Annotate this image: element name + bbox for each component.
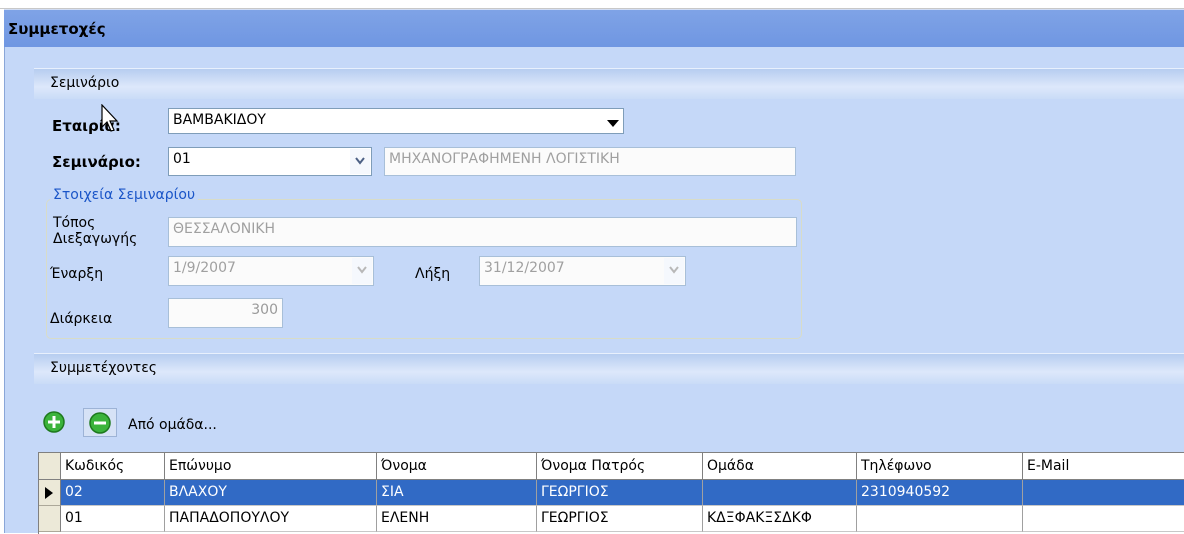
- seminar-code-value: 01: [173, 151, 191, 167]
- minus-circle-icon: [89, 412, 111, 434]
- cell-code[interactable]: 01: [61, 506, 165, 532]
- start-date-value: 1/9/2007: [173, 260, 236, 276]
- participants-grid[interactable]: Κωδικός Επώνυμο Όνομα Όνομα Πατρός Ομάδα…: [38, 452, 1184, 534]
- seminar-code-select[interactable]: 01: [168, 147, 372, 176]
- place-value: ΘΕΣΣΑΛΟΝΙΚΗ: [173, 221, 276, 237]
- start-date-picker[interactable]: 1/9/2007: [168, 256, 374, 286]
- top-border: [0, 0, 1184, 9]
- mouse-cursor-icon: [101, 104, 119, 132]
- cell-phone[interactable]: [857, 506, 1023, 532]
- column-header-firstname[interactable]: Όνομα: [377, 453, 537, 480]
- seminar-label: Σεμινάριο:: [52, 153, 141, 171]
- plus-circle-icon: [43, 411, 65, 433]
- company-value: ΒΑΜΒΑΚΙΔΟΥ: [173, 112, 266, 128]
- duration-value: 300: [251, 302, 278, 318]
- cell-group[interactable]: ΚΔΞΦΑΚΞΣΔΚΦ: [703, 506, 857, 532]
- participants-section-title: Συμμετέχοντες: [50, 360, 158, 376]
- duration-label: Διάρκεια: [50, 311, 113, 327]
- seminar-section-header: Σεμινάριο: [34, 68, 1184, 99]
- seminar-section-title: Σεμινάριο: [50, 75, 120, 91]
- end-date-picker[interactable]: 31/12/2007: [479, 256, 686, 286]
- column-header-group[interactable]: Ομάδα: [703, 453, 857, 480]
- cell-surname[interactable]: ΒΛΑΧΟΥ: [165, 480, 377, 506]
- column-header-fathername[interactable]: Όνομα Πατρός: [537, 453, 703, 480]
- end-date-dropdown-icon[interactable]: [664, 258, 684, 284]
- cell-fathername[interactable]: ΓΕΩΡΓΙΟΣ: [537, 506, 703, 532]
- cell-phone[interactable]: 2310940592: [857, 480, 1023, 506]
- seminar-name-field[interactable]: ΜΗΧΑΝΟΓΡΑΦΗΜΕΝΗ ΛΟΓΙΣΤΙΚΗ: [384, 147, 796, 176]
- place-label-line1: Τόπος: [53, 215, 96, 231]
- row-indicator[interactable]: [39, 480, 61, 506]
- grid-corner: [39, 453, 61, 480]
- cell-firstname[interactable]: ΕΛΕΝΗ: [377, 506, 537, 532]
- company-dropdown-arrow-icon[interactable]: [602, 110, 622, 132]
- column-header-email[interactable]: E-Mail: [1023, 453, 1184, 480]
- row-indicator[interactable]: [39, 506, 61, 532]
- cell-email[interactable]: [1023, 506, 1184, 532]
- window-title: Συμμετοχές: [8, 20, 106, 38]
- start-date-dropdown-icon[interactable]: [352, 258, 372, 284]
- seminar-code-dropdown-icon[interactable]: [350, 149, 370, 174]
- title-bar: Συμμετοχές: [4, 9, 1184, 48]
- from-group-button[interactable]: Από ομάδα...: [128, 417, 217, 433]
- company-select[interactable]: ΒΑΜΒΑΚΙΔΟΥ: [168, 108, 624, 134]
- end-date-label: Λήξη: [415, 266, 451, 282]
- start-date-label: Έναρξη: [50, 266, 104, 282]
- cell-surname[interactable]: ΠΑΠΑΔΟΠΟΥΛΟΥ: [165, 506, 377, 532]
- end-date-value: 31/12/2007: [484, 260, 565, 276]
- cell-code[interactable]: 02: [61, 480, 165, 506]
- cell-group[interactable]: [703, 480, 857, 506]
- column-header-surname[interactable]: Επώνυμο: [165, 453, 377, 480]
- place-field[interactable]: ΘΕΣΣΑΛΟΝΙΚΗ: [168, 217, 797, 247]
- column-header-code[interactable]: Κωδικός: [61, 453, 165, 480]
- participants-section-header: Συμμετέχοντες: [34, 353, 1184, 384]
- add-participant-button[interactable]: [41, 409, 67, 435]
- column-header-phone[interactable]: Τηλέφωνο: [857, 453, 1023, 480]
- seminar-name-value: ΜΗΧΑΝΟΓΡΑΦΗΜΕΝΗ ΛΟΓΙΣΤΙΚΗ: [389, 151, 620, 167]
- cell-fathername[interactable]: ΓΕΩΡΓΙΟΣ: [537, 480, 703, 506]
- place-label-line2: Διεξαγωγής: [53, 231, 138, 247]
- duration-field[interactable]: 300: [168, 298, 283, 328]
- place-label: Τόπος Διεξαγωγής: [53, 215, 137, 247]
- current-row-arrow-icon: [45, 487, 53, 499]
- cell-email[interactable]: [1023, 480, 1184, 506]
- cell-firstname[interactable]: ΣΙΑ: [377, 480, 537, 506]
- seminar-details-title: Στοιχεία Σεμιναρίου: [50, 187, 199, 203]
- remove-participant-button[interactable]: [83, 408, 117, 437]
